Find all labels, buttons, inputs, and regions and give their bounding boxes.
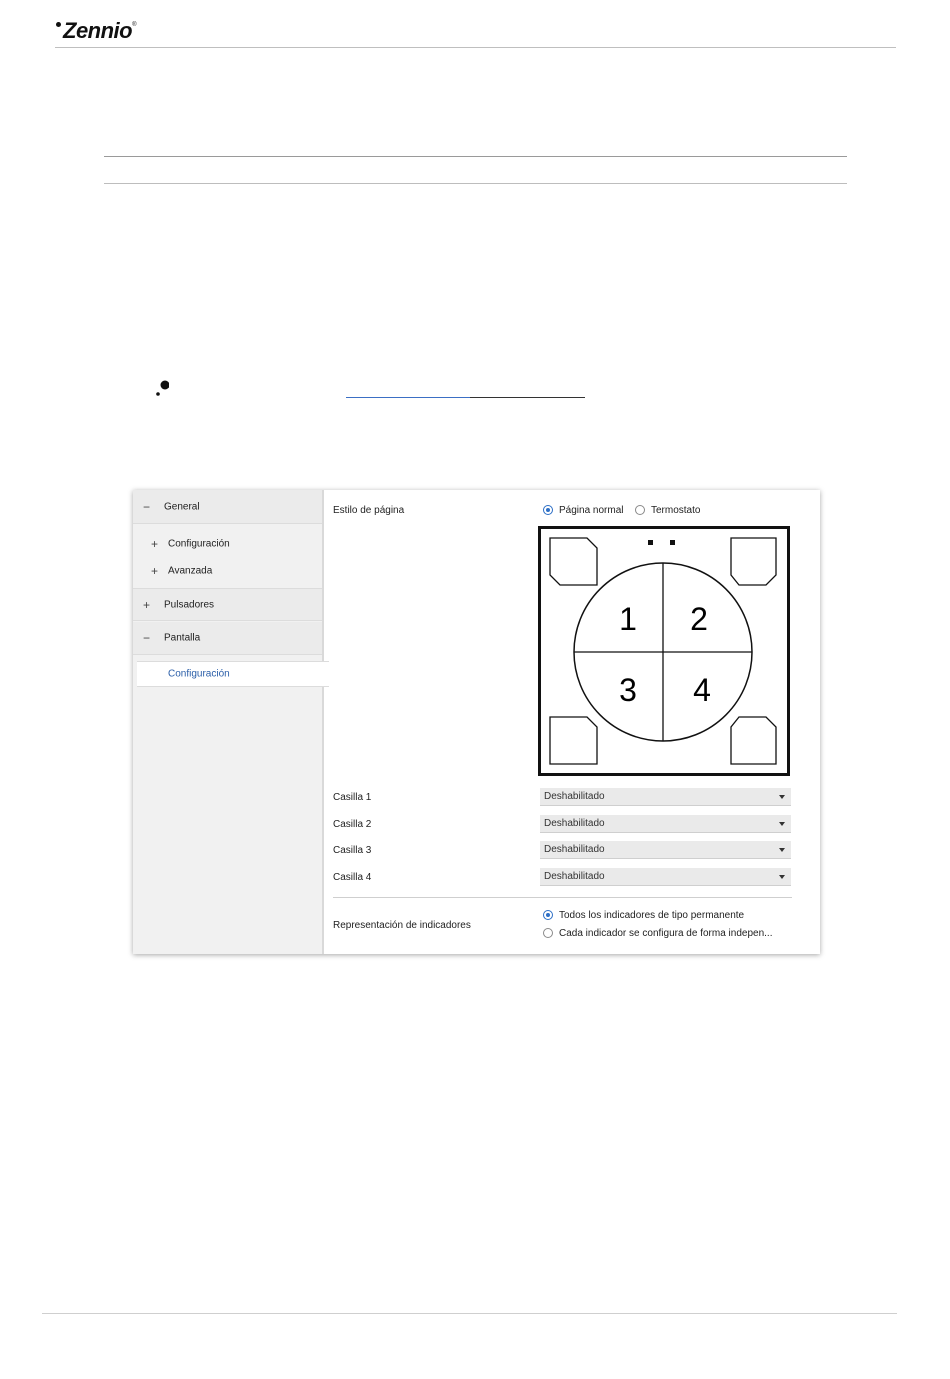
cell-4-number: 4: [693, 672, 711, 708]
expand-icon[interactable]: +: [143, 598, 150, 612]
casilla-2-dropdown[interactable]: Deshabilitado: [540, 815, 791, 833]
dropdown-value: Deshabilitado: [544, 818, 605, 829]
tree-item-pantalla[interactable]: − Pantalla: [133, 622, 322, 655]
casilla-4-dropdown[interactable]: Deshabilitado: [540, 868, 791, 886]
zennio-bullet-icon: [156, 380, 169, 396]
logo-dot-icon: [56, 22, 61, 27]
brand-name: Zennio: [63, 18, 133, 43]
dropdown-value: Deshabilitado: [544, 844, 605, 855]
casilla-2-label: Casilla 2: [333, 819, 372, 830]
tree-item-label: Pulsadores: [164, 599, 215, 610]
link-underline-dark[interactable]: [470, 397, 585, 398]
dropdown-value: Deshabilitado: [544, 791, 605, 802]
tree-item-configuracion[interactable]: + Configuración: [133, 532, 322, 556]
radio-termostato-label[interactable]: Termostato: [651, 505, 700, 516]
ets-parameters-screenshot: − General + Configuración + Avanzada + P…: [133, 490, 820, 954]
expand-icon[interactable]: +: [151, 537, 158, 551]
tree-item-label: Configuración: [168, 668, 230, 680]
link-underline[interactable]: [346, 397, 470, 398]
radio-indicadores-independiente-label[interactable]: Cada indicador se configura de forma ind…: [559, 928, 772, 939]
radio-indicadores-independiente[interactable]: [543, 928, 553, 938]
casilla-3-label: Casilla 3: [333, 845, 372, 856]
cell-3-number: 3: [619, 672, 637, 708]
tree-item-label: General: [164, 501, 200, 512]
chevron-down-icon: [779, 848, 785, 852]
parameter-panel: Estilo de página Página normal Termostat…: [324, 490, 820, 954]
page-layout-diagram: 1 2 3 4: [538, 526, 790, 776]
tree-item-label: Configuración: [168, 538, 230, 550]
tree-item-general[interactable]: − General: [133, 490, 322, 524]
casilla-4-label: Casilla 4: [333, 872, 372, 883]
table-rule-bottom: [104, 183, 847, 184]
casilla-1-label: Casilla 1: [333, 792, 372, 803]
cell-2-number: 2: [690, 601, 708, 637]
section-divider: [333, 897, 792, 898]
radio-termostato[interactable]: [635, 505, 645, 515]
brand-logo: Zennio®: [56, 18, 137, 44]
chevron-down-icon: [779, 822, 785, 826]
chevron-down-icon: [779, 875, 785, 879]
dropdown-value: Deshabilitado: [544, 871, 605, 882]
tree-item-label: Avanzada: [168, 565, 213, 577]
chevron-down-icon: [779, 795, 785, 799]
collapse-icon[interactable]: −: [143, 631, 150, 645]
radio-indicadores-permanente[interactable]: [543, 910, 553, 920]
tree-item-pulsadores[interactable]: + Pulsadores: [133, 588, 322, 621]
header-divider: [55, 47, 896, 48]
tree-item-avanzada[interactable]: + Avanzada: [133, 559, 322, 583]
radio-pagina-normal[interactable]: [543, 505, 553, 515]
parameter-tree: − General + Configuración + Avanzada + P…: [133, 490, 329, 954]
indicators-label: Representación de indicadores: [333, 920, 471, 931]
collapse-icon[interactable]: −: [143, 500, 150, 514]
expand-icon[interactable]: +: [151, 564, 158, 578]
table-rule-top: [104, 156, 847, 157]
radio-indicadores-permanente-label[interactable]: Todos los indicadores de tipo permanente: [559, 910, 744, 921]
tree-item-label: Pantalla: [164, 632, 201, 644]
casilla-3-dropdown[interactable]: Deshabilitado: [540, 841, 791, 859]
cell-1-number: 1: [619, 601, 637, 637]
tree-item-pantalla-configuracion[interactable]: Configuración: [137, 661, 329, 687]
registered-mark: ®: [132, 22, 137, 28]
footer-divider: [42, 1313, 897, 1314]
casilla-1-dropdown[interactable]: Deshabilitado: [540, 788, 791, 806]
page-style-label: Estilo de página: [333, 505, 405, 516]
radio-pagina-normal-label[interactable]: Página normal: [559, 505, 623, 516]
